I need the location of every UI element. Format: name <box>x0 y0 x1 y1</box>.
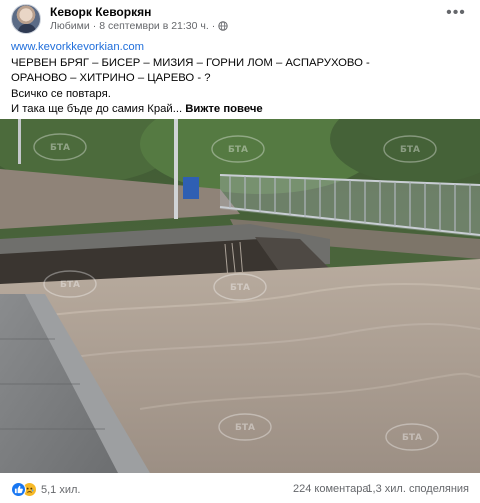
audience-list: Любими <box>50 20 90 32</box>
post-meta: Любими · 8 септември в 21:30 ч. · <box>50 20 228 32</box>
flood-photo: БТА БТА БТА БТА БТА БТА БТА <box>0 119 480 473</box>
svg-text:БТА: БТА <box>400 145 420 155</box>
post-header: Кеворк Кеворкян Любими · 8 септември в 2… <box>0 0 480 36</box>
svg-text:БТА: БТА <box>235 423 255 433</box>
author-avatar[interactable] <box>11 4 41 34</box>
comments-count[interactable]: 224 коментара <box>293 483 369 495</box>
post-text: www.kevorkkevorkian.com ЧЕРВЕН БРЯГ – БИ… <box>11 40 471 118</box>
svg-text:БТА: БТА <box>402 433 422 443</box>
reactions-summary[interactable]: 5,1 хил. <box>11 482 80 497</box>
svg-text:БТА: БТА <box>50 143 70 153</box>
globe-icon <box>218 21 228 31</box>
post-photo[interactable]: БТА БТА БТА БТА БТА БТА БТА <box>0 119 480 473</box>
post-timestamp[interactable]: 8 септември в 21:30 ч. <box>99 20 209 32</box>
svg-text:БТА: БТА <box>230 283 250 293</box>
post-text-line-3: Всичко се повтаря. <box>11 87 111 100</box>
shares-count[interactable]: 1,3 хил. споделяния <box>366 483 469 495</box>
svg-text:БТА: БТА <box>60 280 80 290</box>
post-footer: 5,1 хил. 224 коментара 1,3 хил. споделян… <box>0 476 480 503</box>
facebook-post: Кеворк Кеворкян Любими · 8 септември в 2… <box>0 0 480 503</box>
reactions-count: 5,1 хил. <box>41 483 81 496</box>
svg-text:БТА: БТА <box>228 145 248 155</box>
post-text-line-1: ЧЕРВЕН БРЯГ – БИСЕР – МИЗИЯ – ГОРНИ ЛОМ … <box>11 56 370 69</box>
like-reaction-icon <box>11 482 26 497</box>
author-name[interactable]: Кеворк Кеворкян <box>50 5 151 19</box>
more-options-icon[interactable]: ••• <box>446 5 466 22</box>
post-text-line-2: ОРАНОВО – ХИТРИНО – ЦАРЕВО - ? <box>11 72 211 85</box>
see-more-link[interactable]: Вижте повече <box>185 103 262 115</box>
website-link[interactable]: www.kevorkkevorkian.com <box>11 41 144 53</box>
post-text-line-4: И така ще бъде до самия Край... <box>11 103 183 116</box>
